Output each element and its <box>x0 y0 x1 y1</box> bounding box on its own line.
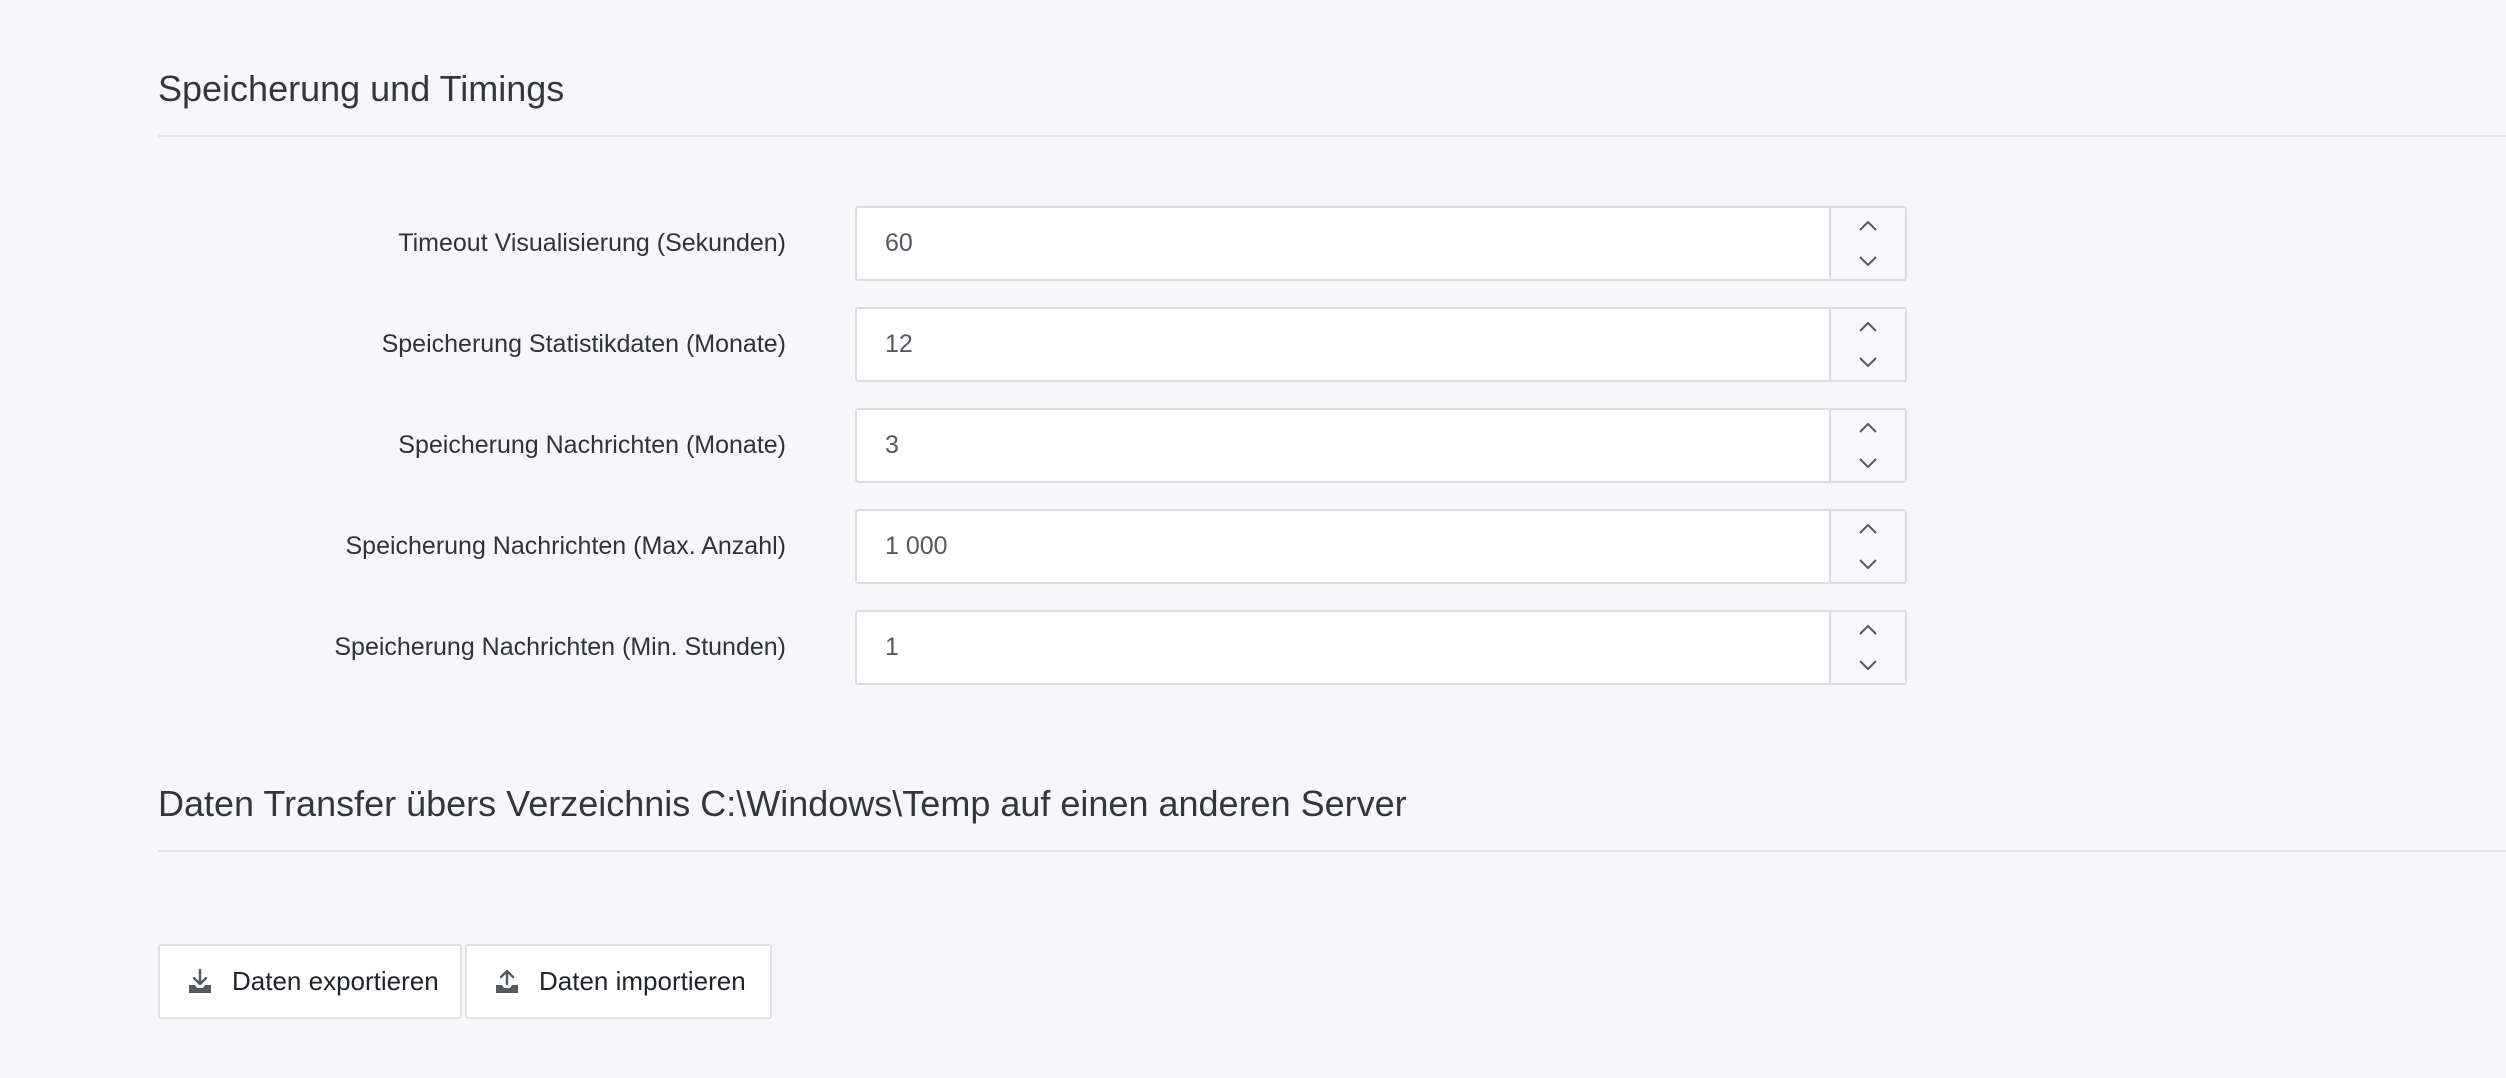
chevron-down-icon <box>1859 458 1877 469</box>
spin-down-button[interactable] <box>1831 648 1905 684</box>
spin-down-button[interactable] <box>1831 244 1905 280</box>
form-row-messages-retention-months: Speicherung Nachrichten (Monate) <box>0 408 1908 483</box>
spinner <box>1829 410 1905 481</box>
spin-up-button[interactable] <box>1831 410 1905 446</box>
export-data-button[interactable]: Daten exportieren <box>158 944 462 1019</box>
chevron-up-icon <box>1859 523 1877 534</box>
field-label: Speicherung Nachrichten (Max. Anzahl) <box>345 532 786 560</box>
section-divider <box>158 850 2506 852</box>
spin-up-button[interactable] <box>1831 511 1905 547</box>
messages-min-hours-input[interactable] <box>857 612 1831 683</box>
chevron-down-icon <box>1859 559 1877 570</box>
spin-up-button[interactable] <box>1831 612 1905 648</box>
spin-up-button[interactable] <box>1831 208 1905 244</box>
messages-retention-months-input[interactable] <box>857 410 1831 481</box>
import-button-label: Daten importieren <box>539 966 746 996</box>
chevron-down-icon <box>1859 660 1877 671</box>
section-title-storage: Speicherung und Timings <box>158 68 565 109</box>
spin-down-button[interactable] <box>1831 446 1905 482</box>
import-data-button[interactable]: Daten importieren <box>465 944 772 1019</box>
section-title-transfer: Daten Transfer übers Verzeichnis C:\Wind… <box>158 783 1407 824</box>
chevron-up-icon <box>1859 321 1877 332</box>
export-button-label: Daten exportieren <box>232 966 439 996</box>
form-row-timeout-visualization: Timeout Visualisierung (Sekunden) <box>0 206 1908 281</box>
messages-max-count-input[interactable] <box>857 511 1831 582</box>
field-label: Speicherung Nachrichten (Min. Stunden) <box>334 633 786 661</box>
number-field <box>855 610 1907 685</box>
spinner <box>1829 208 1905 279</box>
field-label: Timeout Visualisierung (Sekunden) <box>398 229 786 257</box>
timeout-visualization-input[interactable] <box>857 208 1831 279</box>
spinner <box>1829 309 1905 380</box>
chevron-up-icon <box>1859 422 1877 433</box>
chevron-down-icon <box>1859 357 1877 368</box>
statistics-retention-input[interactable] <box>857 309 1831 380</box>
number-field <box>855 307 1907 382</box>
chevron-up-icon <box>1859 220 1877 231</box>
chevron-up-icon <box>1859 624 1877 635</box>
form-row-statistics-retention: Speicherung Statistikdaten (Monate) <box>0 307 1908 382</box>
section-divider <box>158 135 2506 137</box>
number-field <box>855 408 1907 483</box>
number-field <box>855 206 1907 281</box>
number-field <box>855 509 1907 584</box>
chevron-down-icon <box>1859 256 1877 267</box>
spinner <box>1829 612 1905 683</box>
upload-tray-icon <box>493 968 521 996</box>
download-tray-icon <box>186 968 214 996</box>
spin-up-button[interactable] <box>1831 309 1905 345</box>
field-label: Speicherung Nachrichten (Monate) <box>398 431 786 459</box>
field-label: Speicherung Statistikdaten (Monate) <box>381 330 786 358</box>
form-row-messages-min-hours: Speicherung Nachrichten (Min. Stunden) <box>0 610 1908 685</box>
spin-down-button[interactable] <box>1831 547 1905 583</box>
spinner <box>1829 511 1905 582</box>
spin-down-button[interactable] <box>1831 345 1905 381</box>
form-row-messages-max-count: Speicherung Nachrichten (Max. Anzahl) <box>0 509 1908 584</box>
